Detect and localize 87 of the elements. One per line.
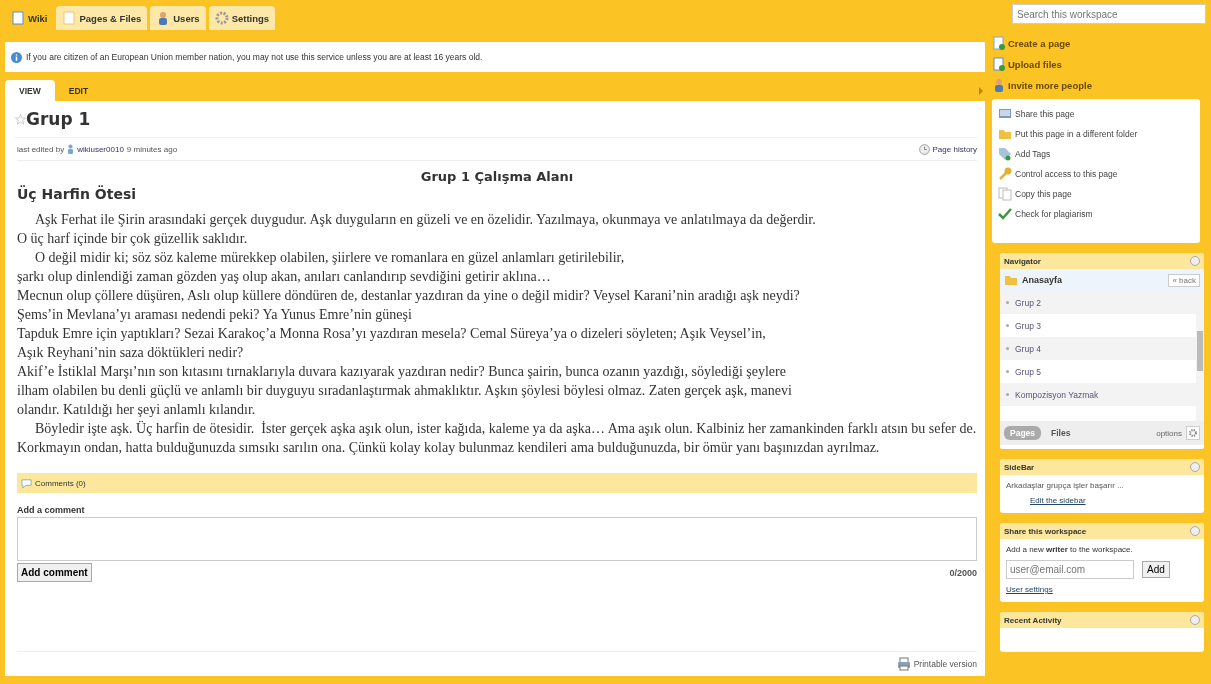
speech-bubble-icon — [21, 477, 32, 489]
gear-icon — [214, 11, 229, 25]
copy-icon — [998, 187, 1012, 201]
action-link[interactable]: Add Tags — [1015, 149, 1051, 159]
body-text-line: Şems’in Mevlana’yı araması nedendi peki? Ya Yunus Emre’nin güneşi — [17, 306, 413, 324]
comments-label: Comments (0) — [35, 478, 86, 488]
character-counter: 0/2000 — [949, 567, 977, 578]
document-icon — [62, 11, 77, 25]
back-button[interactable]: « back — [1168, 273, 1200, 287]
action-link[interactable]: Copy this page — [1015, 189, 1072, 199]
document-icon — [992, 57, 1006, 71]
star-icon[interactable] — [15, 113, 26, 125]
navigator-item[interactable]: Grup 5 — [1015, 366, 1041, 377]
body-text-line: O değil midir ki; söz söz kaleme mürekkep olabilen, şiirlere ve romanlara en güzel anlamları getirilebilir, — [34, 249, 626, 267]
panel-tab[interactable]: Files — [1045, 426, 1077, 440]
nav-tab[interactable]: Pages & Files — [56, 6, 148, 30]
panel-title: SideBar — [1004, 462, 1035, 472]
action-link[interactable]: Share this page — [1015, 109, 1075, 119]
page-title: Grup 1 — [26, 109, 91, 129]
add-comment-button[interactable]: Add comment — [17, 563, 92, 582]
info-icon — [11, 51, 22, 63]
action-link[interactable]: Control access to this page — [1015, 169, 1118, 179]
key-icon — [998, 167, 1012, 181]
page-history-link[interactable]: Page history — [932, 144, 977, 154]
folder-icon — [998, 127, 1012, 141]
body-text-line: O üç harf içinde bir çok güzellik saklıdır. — [17, 230, 249, 248]
action-link[interactable]: Put this page in a different folder — [1015, 129, 1138, 139]
body-text-line: şarkı olup dinlendiği zaman gözden yaş olup akan, anıları canlandırıp sevdiğini getirir aklına… — [17, 268, 552, 286]
action-link[interactable]: Check for plagiarism — [1015, 209, 1093, 219]
email-field[interactable]: user@email.com — [1006, 560, 1134, 579]
tag-icon — [998, 147, 1012, 161]
quick-link[interactable]: Upload files — [1008, 58, 1062, 70]
sidebar-text: Arkadaşlar grupça işler başarır ... — [1006, 481, 1125, 490]
edited-time: 9 minutes ago — [126, 144, 178, 154]
collapse-icon[interactable] — [1190, 462, 1200, 472]
user-settings-link[interactable]: User settings — [1006, 585, 1198, 594]
printer-icon — [896, 657, 911, 671]
collapse-icon[interactable] — [1190, 256, 1200, 266]
page-heading: Grup 1 Çalışma Alanı — [419, 169, 575, 184]
body-text-line: Aşık Reyhani’nin saza döktükleri nedir? — [17, 344, 245, 362]
navigator-item[interactable]: Grup 3 — [1015, 320, 1041, 331]
body-text-line: Böyledir işte aşk. Üç harfin de ötesidir. İster gerçek aşka aşık olun, ister kağıda, kaleme ya da aşka… Ama aşık olun. Kalbiniz her zamankinden farklı atsın bu sefer de. — [34, 420, 977, 438]
checkmark-icon — [998, 207, 1012, 221]
add-button[interactable]: Add — [1142, 561, 1170, 578]
quick-link[interactable]: Invite more people — [1008, 79, 1092, 91]
panel-title: Navigator — [1004, 256, 1041, 266]
options-label[interactable]: options — [1156, 428, 1182, 438]
collapse-icon[interactable] — [1190, 615, 1200, 625]
body-text-line: olandır. Katıldığı her şeyi anlamlı kılandır. — [17, 401, 257, 419]
comments-bar[interactable]: Comments (0) — [17, 473, 977, 493]
scrollbar[interactable] — [1196, 291, 1204, 421]
navigator-item[interactable]: Grup 2 — [1015, 297, 1041, 308]
body-text-line: Korkmayın ondan, hatta bulduğunuzda sımsıkı sarılın ona. Çünkü kolay kolay bulunmaz kendileri ama bulduğunuzda, bir ömür yanı başınızdan ayrılmaz. — [17, 439, 881, 457]
edit-sidebar-link[interactable]: Edit the sidebar — [1012, 496, 1198, 505]
share-text: Add a new writer to the workspace. — [1006, 545, 1134, 554]
document-icon — [992, 36, 1006, 50]
navigator-item[interactable]: Grup 4 — [1015, 343, 1041, 354]
add-comment-label: Add a comment — [17, 505, 86, 515]
folder-name: Anasayfa — [1022, 275, 1063, 285]
body-text-line: Mecnun olup çöllere düşüren, Aslı olup küllere döndüren de, destanlar yazdıran da yine o değil midir? Veysel Karani’nin aradığı aşk neydi? — [17, 287, 801, 305]
user-icon — [67, 144, 75, 154]
view-tab[interactable]: VIEW — [5, 80, 55, 101]
clock-icon — [918, 143, 930, 155]
comment-field[interactable] — [17, 517, 977, 561]
body-text-line: ilham olabilen bu denli güçlü ve anlamlı bir duyguyu sıradanlaştırmak ahmaklıktır. Aşkın şöylesi böylesi olmaz. Zaten gerçek aşk, manevi — [17, 382, 793, 400]
section-heading: Üç Harfin Ötesi — [17, 186, 138, 202]
printable-version-link[interactable]: Printable version — [913, 659, 977, 669]
quick-link[interactable]: Create a page — [1008, 37, 1071, 49]
panel-title: Share this workspace — [1004, 526, 1087, 536]
monitor-icon — [998, 107, 1012, 121]
notice-text: If you are citizen of an European Union member nation, you may not use this service unless you are at least 16 years old. — [26, 52, 483, 62]
expand-arrow-icon[interactable] — [979, 87, 983, 95]
document-icon — [11, 11, 25, 25]
body-text-line: Tapduk Emre için yaptıkları? Sezai Karakoç’a Monna Rosa’yı yazdıran mesela? Cemal Süreya’ya o dizeleri söyleten; Aşık Veysel’in, — [17, 325, 767, 343]
body-text-line: Akif’e İstiklal Marşı’nın son kıtasını tırnaklarıyla duvara kazıyarak yazdıran nedir? Bunca şairin, bunca ozanın yazdığı, söylediği şeylere — [17, 363, 787, 381]
edited-label: last edited by — [17, 144, 65, 154]
search-field[interactable]: Search this workspace — [1012, 4, 1206, 24]
person-icon — [992, 78, 1006, 92]
collapse-icon[interactable] — [1190, 526, 1200, 536]
settings-icon[interactable] — [1186, 426, 1200, 440]
nav-tab[interactable]: Users — [150, 6, 206, 30]
nav-tab[interactable]: Settings — [208, 6, 276, 30]
user-link[interactable]: wikiuser0010 — [77, 144, 124, 154]
folder-icon — [1004, 273, 1018, 287]
view-tab[interactable]: EDIT — [54, 80, 103, 101]
body-text-line: Aşk Ferhat ile Şirin arasındaki gerçek duygudur. Aşk duyguların en güzeli ve en özelidir. Yazılmaya, okunmaya ve anlatılmaya da değerdir. — [34, 211, 817, 229]
panel-title: Recent Activity — [1004, 615, 1062, 625]
